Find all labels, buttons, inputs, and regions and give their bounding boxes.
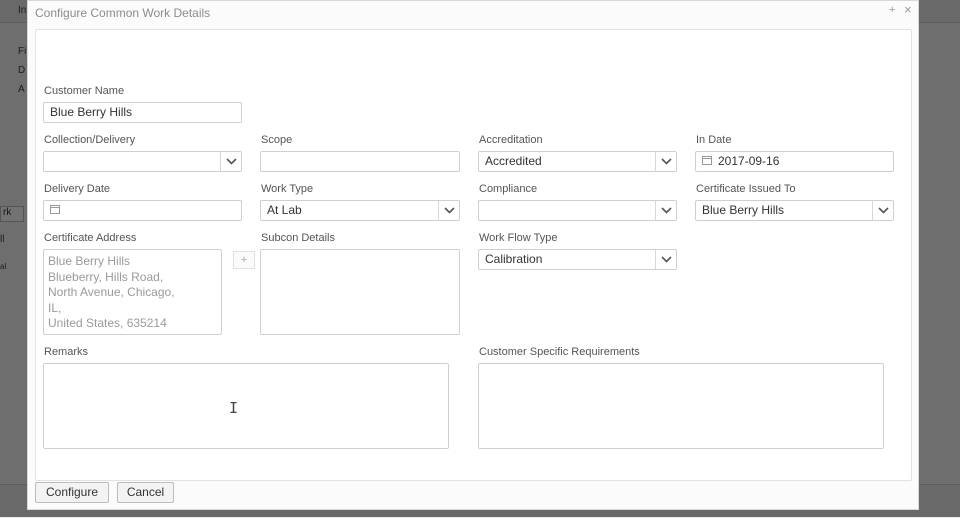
add-subcon-button[interactable]: +	[233, 251, 255, 269]
subcon-details-label: Subcon Details	[261, 232, 335, 244]
accreditation-value: Accredited	[485, 154, 542, 168]
collection-delivery-select[interactable]	[43, 151, 242, 172]
compliance-label: Compliance	[479, 183, 538, 195]
address-line: Blueberry, Hills Road,	[48, 269, 164, 284]
work-type-select[interactable]: At Lab	[260, 200, 460, 221]
chevron-down-icon	[872, 201, 893, 220]
text-cursor-icon: I	[229, 399, 239, 417]
remarks-field[interactable]	[43, 363, 449, 449]
customer-name-field[interactable]: Blue Berry Hills	[43, 102, 242, 123]
cancel-button[interactable]: Cancel	[117, 482, 174, 503]
address-line: North Avenue, Chicago,	[48, 285, 175, 299]
collection-delivery-label: Collection/Delivery	[44, 134, 136, 146]
certificate-issued-to-select[interactable]: Blue Berry Hills	[695, 200, 894, 221]
work-flow-type-label: Work Flow Type	[479, 232, 558, 244]
dialog-body: Customer Name Blue Berry Hills Collectio…	[35, 29, 912, 481]
in-date-value: 2017-09-16	[718, 154, 780, 168]
chevron-down-icon	[655, 250, 676, 269]
subcon-details-field[interactable]	[260, 249, 460, 335]
delivery-date-label: Delivery Date	[44, 183, 111, 195]
scope-label: Scope	[261, 134, 293, 146]
chevron-down-icon	[655, 152, 676, 171]
calendar-icon	[50, 205, 60, 215]
in-date-label: In Date	[696, 134, 732, 146]
certificate-issued-to-label: Certificate Issued To	[696, 183, 796, 195]
accreditation-label: Accreditation	[479, 134, 543, 146]
customer-name-label: Customer Name	[44, 85, 125, 97]
dialog-title: Configure Common Work Details	[35, 6, 211, 20]
certificate-issued-to-value: Blue Berry Hills	[702, 203, 785, 217]
remarks-label: Remarks	[44, 346, 89, 358]
configure-button[interactable]: Configure	[35, 482, 109, 503]
configure-work-details-dialog: Configure Common Work Details + × Custom…	[27, 0, 919, 510]
address-line: United States, 635214	[48, 316, 167, 330]
customer-specific-requirements-field[interactable]	[478, 363, 884, 449]
delivery-date-field[interactable]	[43, 200, 242, 221]
work-flow-type-select[interactable]: Calibration	[478, 249, 677, 270]
scope-field[interactable]	[260, 151, 460, 172]
address-line: Blue Berry Hills	[48, 254, 131, 268]
chevron-down-icon	[438, 201, 459, 220]
close-button[interactable]: ×	[904, 2, 912, 17]
work-flow-type-value: Calibration	[485, 252, 543, 266]
maximize-button[interactable]: +	[889, 4, 895, 16]
work-type-value: At Lab	[267, 203, 302, 217]
certificate-address-label: Certificate Address	[44, 232, 137, 244]
chevron-down-icon	[220, 152, 241, 171]
address-line: IL,	[48, 300, 62, 315]
chevron-down-icon	[655, 201, 676, 220]
in-date-field[interactable]: 2017-09-16	[695, 151, 894, 172]
customer-specific-requirements-label: Customer Specific Requirements	[479, 346, 640, 358]
work-type-label: Work Type	[261, 183, 314, 195]
calendar-icon	[702, 156, 712, 166]
accreditation-select[interactable]: Accredited	[478, 151, 677, 172]
certificate-address-field[interactable]: Blue Berry Hills Blueberry, Hills Road, …	[43, 249, 222, 335]
compliance-select[interactable]	[478, 200, 677, 221]
customer-name-value: Blue Berry Hills	[50, 105, 133, 119]
